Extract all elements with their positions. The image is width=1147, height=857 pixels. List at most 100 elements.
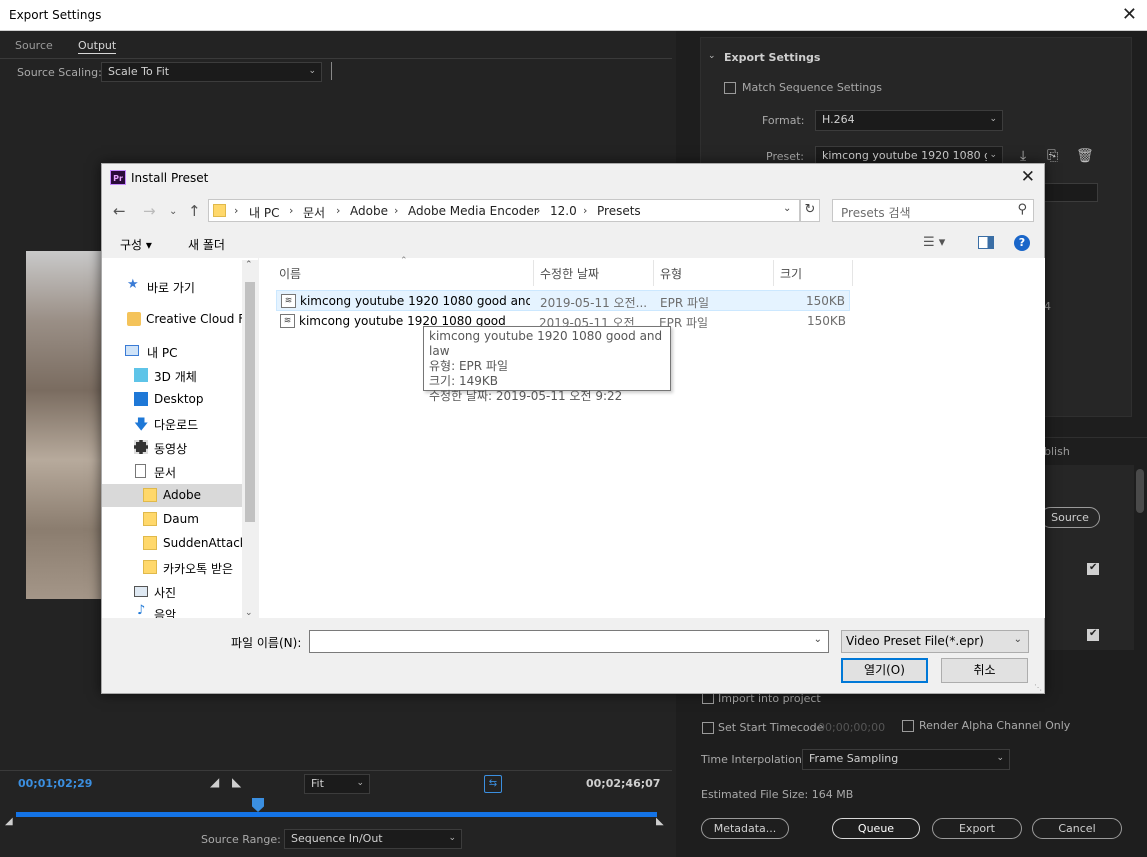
- comments-field[interactable]: [1040, 183, 1098, 202]
- address-bar[interactable]: › 내 PC › 문서 › Adobe › Adobe Media Encode…: [208, 199, 800, 222]
- in-point-handle[interactable]: ◢: [5, 816, 13, 827]
- current-timecode[interactable]: 00;01;02;29: [18, 777, 92, 790]
- tree-item-desktop[interactable]: Desktop: [102, 388, 242, 411]
- start-timecode-value[interactable]: 00;00;00;00: [818, 721, 885, 734]
- file-row[interactable]: ≋ kimcong youtube 1920 1080 good and... …: [276, 290, 850, 311]
- folder-icon: [143, 536, 157, 550]
- column-divider[interactable]: [653, 260, 654, 286]
- music-icon: ♪: [137, 603, 146, 618]
- duration-timecode: 00;02;46;07: [586, 777, 661, 790]
- resize-grip-icon[interactable]: ⋱: [1034, 683, 1042, 692]
- back-arrow-icon[interactable]: ←: [113, 202, 126, 220]
- tree-item-kakaotalk[interactable]: 카카오톡 받은: [102, 556, 242, 579]
- tree-item-3d-objects[interactable]: 3D 개체: [102, 364, 242, 387]
- tree-item-creative-cloud[interactable]: Creative Cloud Fil: [102, 308, 242, 331]
- tree-item-this-pc[interactable]: 내 PC: [102, 340, 242, 363]
- import-preset-icon[interactable]: ⎘: [1047, 148, 1058, 164]
- queue-button[interactable]: Queue: [832, 818, 920, 839]
- dialog-cancel-button[interactable]: 취소: [941, 658, 1028, 683]
- mark-in-icon[interactable]: ◢: [210, 775, 219, 789]
- render-alpha-label: Render Alpha Channel Only: [919, 719, 1071, 732]
- open-button[interactable]: 열기(O): [841, 658, 928, 683]
- tree-item-music[interactable]: ♪ 음악: [102, 602, 242, 618]
- window-close-icon[interactable]: ✕: [1122, 4, 1137, 25]
- scroll-down-icon[interactable]: ⌄: [245, 608, 253, 618]
- recent-chevron-icon[interactable]: ⌄: [169, 206, 177, 217]
- setting-checkbox[interactable]: [1087, 628, 1099, 641]
- refresh-icon[interactable]: ↻: [800, 199, 820, 222]
- breadcrumb-item[interactable]: Presets: [597, 204, 641, 218]
- tree-item-quick-access[interactable]: ★ 바로 가기: [102, 275, 242, 298]
- filename-input[interactable]: ⌄: [309, 630, 829, 653]
- match-sequence-checkbox[interactable]: [724, 82, 736, 94]
- tree-item-downloads[interactable]: 🡇 다운로드: [102, 412, 242, 435]
- column-header-name[interactable]: 이름: [279, 265, 301, 282]
- tree-item-daum[interactable]: Daum: [102, 508, 242, 531]
- dialog-close-icon[interactable]: ✕: [1021, 167, 1035, 187]
- collapse-chevron-icon[interactable]: ⌄: [708, 51, 716, 61]
- tree-item-documents[interactable]: 문서: [102, 460, 242, 483]
- render-alpha-checkbox[interactable]: [902, 720, 914, 732]
- setting-checkbox[interactable]: [1087, 562, 1099, 575]
- file-tooltip: kimcong youtube 1920 1080 good and law 유…: [423, 326, 671, 403]
- scroll-up-icon[interactable]: ⌃: [245, 260, 253, 270]
- search-input[interactable]: Presets 검색 ⚲: [832, 199, 1034, 222]
- scrollbar-thumb[interactable]: [1136, 469, 1144, 513]
- out-point-handle[interactable]: ◣: [656, 816, 664, 827]
- file-size: 150KB: [805, 294, 845, 308]
- aspect-ratio-icon[interactable]: ⇆: [484, 775, 502, 793]
- filetype-dropdown[interactable]: Video Preset File(*.epr) ⌄: [841, 630, 1029, 653]
- column-header-date[interactable]: 수정한 날짜: [540, 265, 599, 282]
- time-interpolation-dropdown[interactable]: Frame Sampling ⌄: [802, 749, 1010, 770]
- tab-source[interactable]: Source: [15, 39, 53, 52]
- delete-preset-icon[interactable]: 🗑: [1076, 148, 1094, 164]
- breadcrumb-item[interactable]: 12.0: [550, 204, 577, 218]
- file-size: 150KB: [806, 314, 846, 328]
- column-header-type[interactable]: 유형: [660, 265, 682, 282]
- tree-item-adobe[interactable]: Adobe: [102, 484, 242, 507]
- scrollbar-thumb[interactable]: [245, 282, 255, 522]
- match-source-button[interactable]: Source: [1040, 507, 1100, 528]
- tree-item-videos[interactable]: 동영상: [102, 436, 242, 459]
- save-preset-icon[interactable]: ⤓: [1020, 148, 1026, 164]
- tree-item-label: 음악: [154, 608, 177, 618]
- tab-publish-partial[interactable]: blish: [1044, 445, 1070, 458]
- column-divider[interactable]: [773, 260, 774, 286]
- column-divider[interactable]: [533, 260, 534, 286]
- format-dropdown[interactable]: H.264 ⌄: [815, 110, 1003, 131]
- mark-out-icon[interactable]: ◣: [232, 775, 241, 789]
- forward-arrow-icon[interactable]: →: [143, 202, 156, 220]
- tree-item-suddenattack[interactable]: SuddenAttack: [102, 532, 242, 555]
- preview-pane-icon[interactable]: [978, 236, 994, 249]
- file-name: kimcong youtube 1920 1080 good and...: [300, 294, 530, 308]
- organize-menu[interactable]: 구성 ▾: [120, 236, 152, 253]
- new-folder-button[interactable]: 새 폴더: [188, 236, 225, 253]
- up-arrow-icon[interactable]: ↑: [188, 202, 201, 220]
- source-scaling-dropdown[interactable]: Scale To Fit ⌄: [101, 62, 322, 82]
- tree-item-label: Desktop: [154, 392, 204, 406]
- export-button[interactable]: Export: [932, 818, 1022, 839]
- chevron-down-icon[interactable]: ⌄: [814, 634, 822, 645]
- tree-scrollbar[interactable]: ⌃ ⌄: [242, 260, 258, 618]
- settings-scrollbar[interactable]: [1134, 465, 1147, 650]
- metadata-button[interactable]: Metadata...: [701, 818, 789, 839]
- breadcrumb-item[interactable]: 내 PC: [249, 204, 279, 221]
- set-start-timecode-checkbox[interactable]: [702, 722, 714, 734]
- preset-file-icon: ≋: [280, 314, 295, 328]
- timeline-range-bar[interactable]: [16, 812, 657, 817]
- tab-output[interactable]: Output: [78, 39, 117, 54]
- breadcrumb-item[interactable]: Adobe Media Encoder: [408, 204, 539, 218]
- column-header-size[interactable]: 크기: [780, 265, 802, 282]
- column-divider[interactable]: [852, 260, 853, 286]
- zoom-fit-dropdown[interactable]: Fit ⌄: [304, 774, 370, 794]
- source-range-dropdown[interactable]: Sequence In/Out ⌄: [284, 829, 462, 849]
- address-history-chevron-icon[interactable]: ⌄: [783, 203, 791, 214]
- tree-item-pictures[interactable]: 사진: [102, 580, 242, 603]
- breadcrumb-item[interactable]: 문서: [303, 204, 325, 221]
- file-date: 2019-05-11 오전...: [540, 296, 648, 310]
- cancel-button[interactable]: Cancel: [1032, 818, 1122, 839]
- time-interpolation-value: Frame Sampling: [809, 752, 899, 765]
- breadcrumb-item[interactable]: Adobe: [350, 204, 388, 218]
- help-icon[interactable]: ?: [1014, 235, 1030, 251]
- view-options-icon[interactable]: ☰ ▾: [923, 235, 945, 250]
